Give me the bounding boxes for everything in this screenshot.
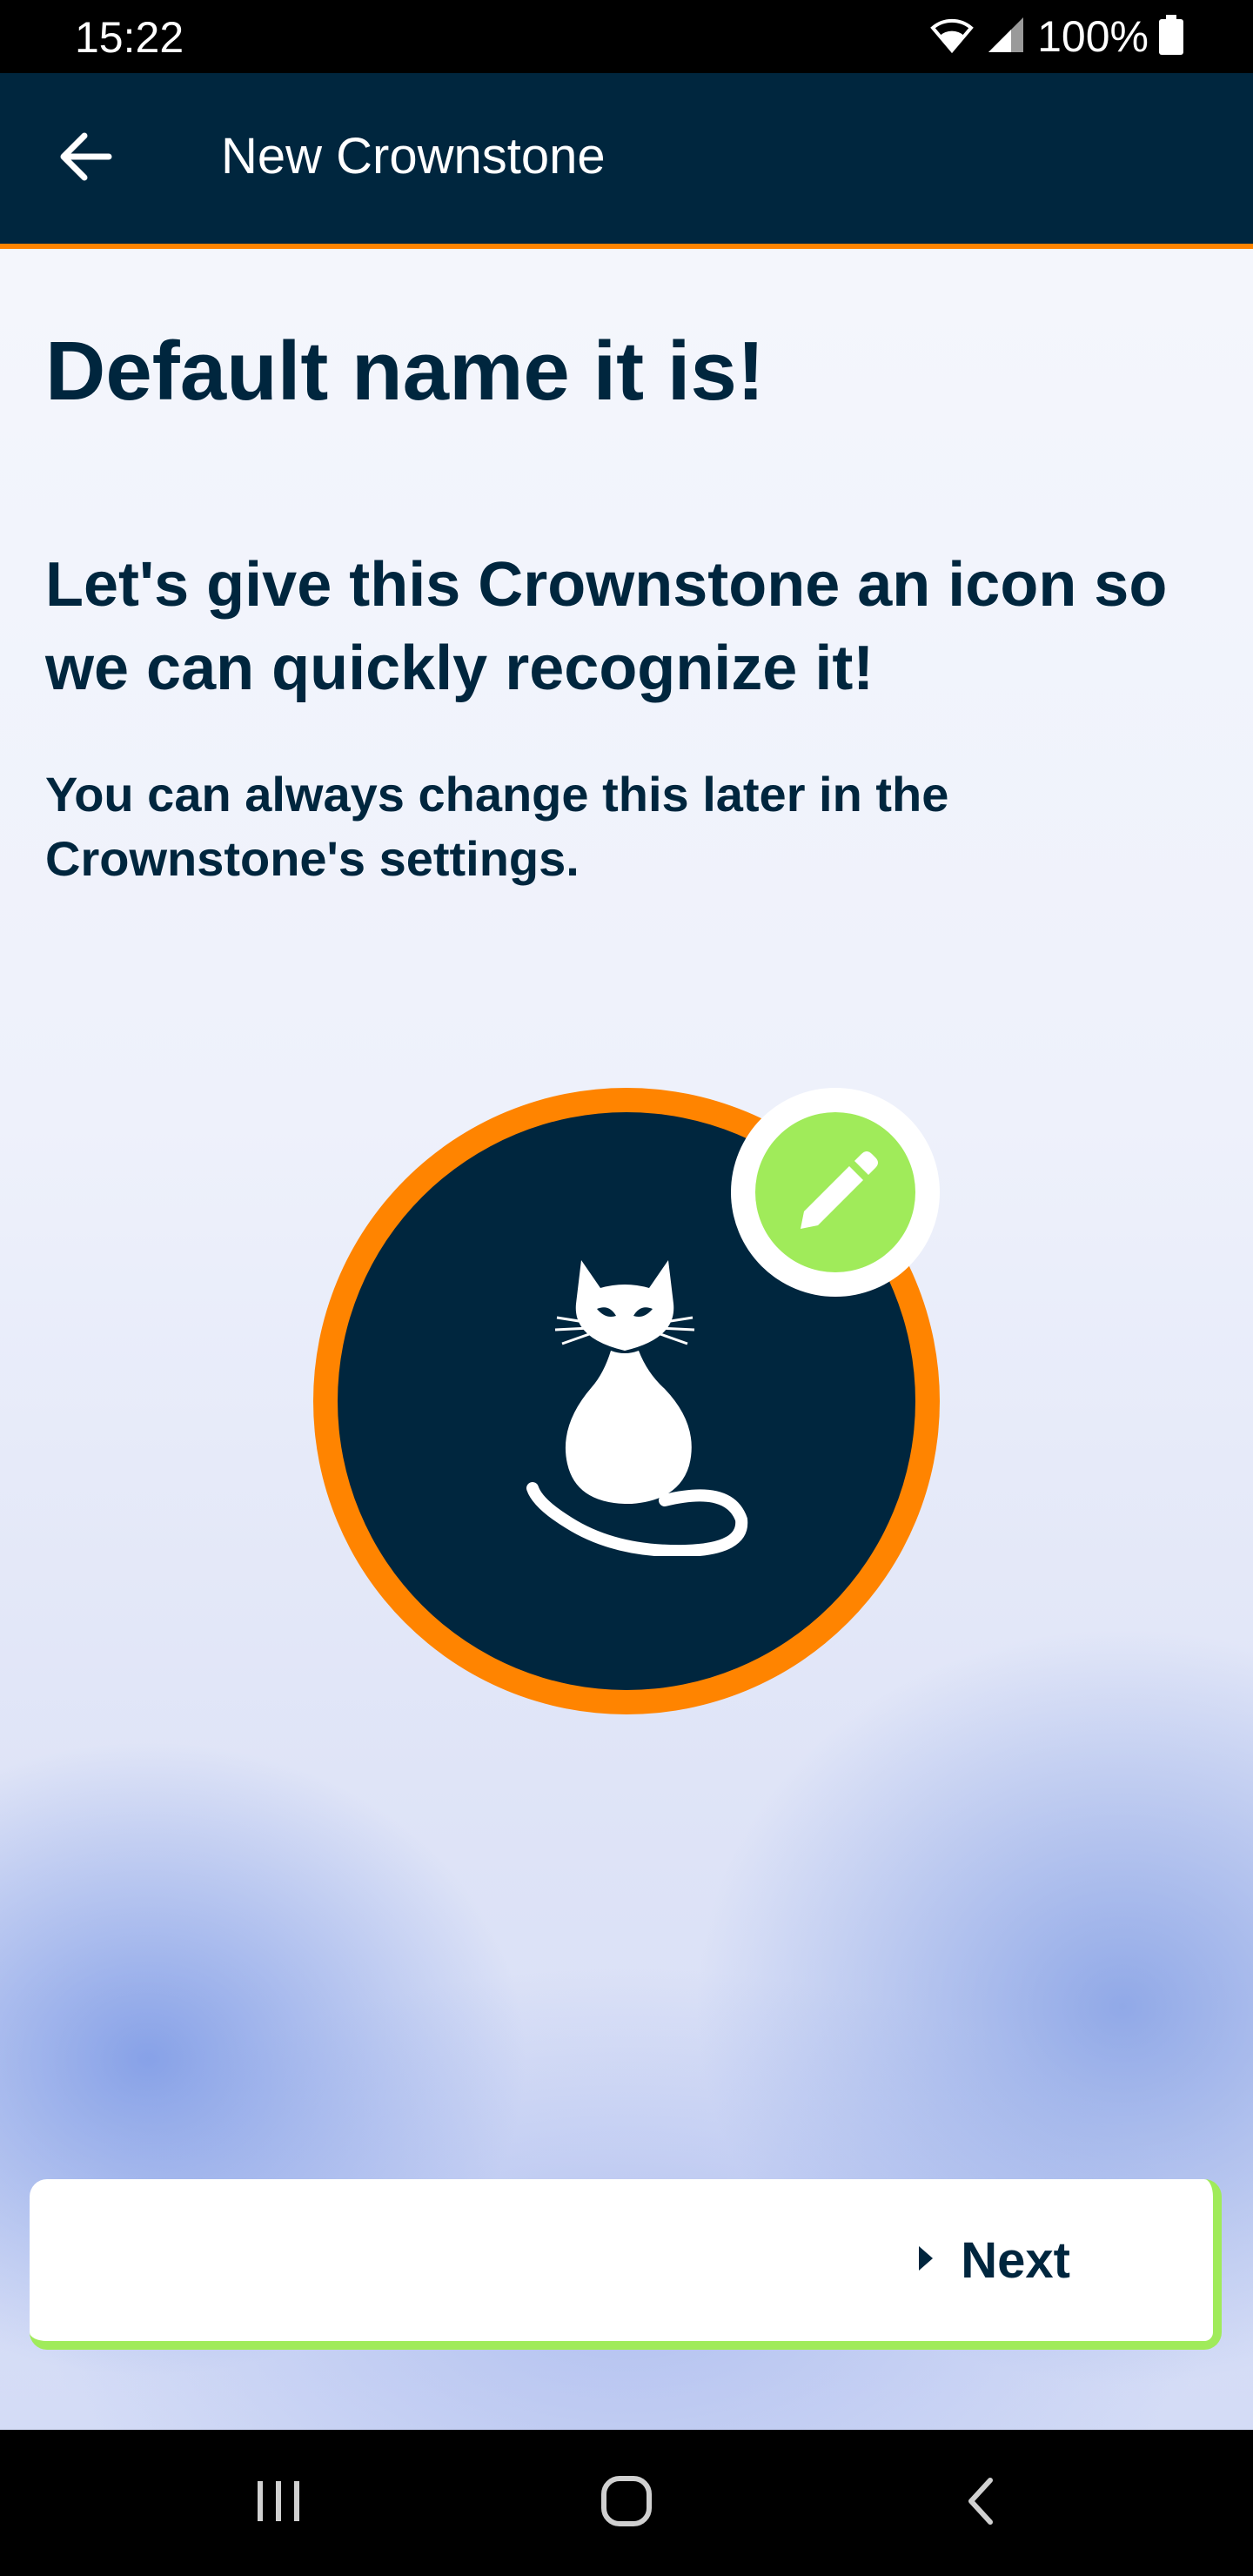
- caret-right-icon: [917, 2244, 935, 2277]
- wifi-icon: [929, 16, 975, 58]
- home-icon: [599, 2473, 654, 2533]
- page-title: Default name it is!: [45, 325, 765, 418]
- app-header: [0, 73, 1253, 245]
- page-subtitle: Let's give this Crownstone an icon so we…: [45, 550, 1168, 703]
- status-icons: 100%: [929, 9, 1183, 64]
- edit-badge: [755, 1112, 915, 1272]
- cell-signal-icon: [985, 14, 1027, 60]
- pencil-icon: [783, 1138, 888, 1247]
- next-button-content: Next: [917, 2179, 1070, 2341]
- screen: 15:22 100% New Crownstone Default name i…: [0, 0, 1253, 2576]
- edit-icon-button[interactable]: [731, 1088, 940, 1297]
- next-button-label: Next: [961, 2231, 1070, 2289]
- back-icon: [962, 2475, 997, 2532]
- status-bar: 15:22 100%: [0, 0, 1253, 73]
- status-time: 15:22: [75, 13, 184, 62]
- battery-percentage: 100%: [1037, 12, 1149, 61]
- nav-back-button[interactable]: [936, 2459, 1023, 2546]
- recent-apps-button[interactable]: [235, 2459, 322, 2546]
- recent-apps-icon: [252, 2478, 305, 2529]
- home-button[interactable]: [583, 2459, 670, 2546]
- info-text: You can always change this later in the …: [45, 767, 949, 886]
- back-button[interactable]: [49, 117, 122, 200]
- system-nav-bar: [0, 2430, 1253, 2576]
- header-title: New Crownstone: [221, 128, 606, 184]
- next-button[interactable]: Next: [30, 2179, 1222, 2350]
- arrow-left-icon: [58, 132, 112, 185]
- battery-icon: [1159, 14, 1183, 59]
